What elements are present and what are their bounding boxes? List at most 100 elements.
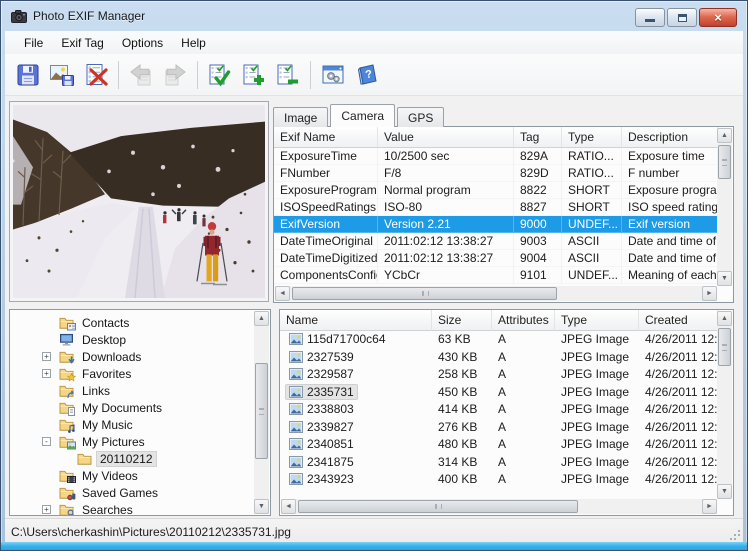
maximize-icon bbox=[678, 14, 687, 22]
scroll-up-icon[interactable]: ▲ bbox=[254, 311, 269, 326]
tree-item-my-pictures[interactable]: -My Pictures bbox=[10, 433, 254, 450]
help-button[interactable]: ? bbox=[350, 58, 384, 92]
exif-row-datetimedigitized[interactable]: DateTimeDigitized2011:02:12 13:38:279004… bbox=[274, 250, 718, 267]
tab-image[interactable]: Image bbox=[273, 107, 328, 127]
save-button[interactable] bbox=[11, 58, 45, 92]
exif-vertical-scrollbar[interactable]: ▲ ▼ bbox=[717, 128, 732, 286]
tab-gps[interactable]: GPS bbox=[397, 107, 444, 127]
collapse-icon[interactable]: - bbox=[42, 437, 51, 446]
tree-item-desktop[interactable]: Desktop bbox=[10, 331, 254, 348]
menu-file[interactable]: File bbox=[15, 33, 52, 53]
scroll-up-icon[interactable]: ▲ bbox=[717, 128, 732, 143]
remove-tag-button[interactable] bbox=[271, 58, 305, 92]
exif-table-header: Exif NameValueTagTypeDescription bbox=[274, 127, 718, 148]
resize-grip-icon[interactable] bbox=[738, 538, 740, 540]
tree-item-favorites[interactable]: +Favorites bbox=[10, 365, 254, 382]
camera-app-icon bbox=[11, 9, 27, 23]
scroll-up-icon[interactable]: ▲ bbox=[717, 311, 732, 326]
file-row-2329587[interactable]: 2329587258 KBAJPEG Image4/26/2011 12: bbox=[280, 366, 718, 384]
file-vertical-scrollbar[interactable]: ▲ ▼ bbox=[717, 311, 732, 499]
folder-tree: ContactsDesktop+Downloads+FavoritesLinks… bbox=[10, 314, 254, 516]
exif-row-componentsconfig-[interactable]: ComponentsConfig...YCbCr9101UNDEF...Mean… bbox=[274, 267, 718, 284]
add-tag-button[interactable] bbox=[237, 58, 271, 92]
file-column-size[interactable]: Size bbox=[432, 310, 492, 331]
exif-row-datetimeoriginal[interactable]: DateTimeOriginal2011:02:12 13:38:279003A… bbox=[274, 233, 718, 250]
games-folder-icon bbox=[59, 486, 74, 499]
file-row-2335731[interactable]: 2335731450 KBAJPEG Image4/26/2011 12: bbox=[280, 384, 718, 402]
file-row-2338803[interactable]: 2338803414 KBAJPEG Image4/26/2011 12: bbox=[280, 401, 718, 419]
scroll-down-icon[interactable]: ▼ bbox=[717, 271, 732, 286]
tree-item-my-documents[interactable]: My Documents bbox=[10, 399, 254, 416]
client-area: FileExif TagOptionsHelp bbox=[5, 31, 743, 542]
file-row-2339827[interactable]: 2339827276 KBAJPEG Image4/26/2011 12: bbox=[280, 419, 718, 437]
app-window: Photo EXIF Manager × FileExif TagOptions… bbox=[0, 0, 748, 551]
tree-item-contacts[interactable]: Contacts bbox=[10, 314, 254, 331]
scroll-right-icon[interactable]: ► bbox=[702, 286, 717, 301]
tree-item-links[interactable]: Links bbox=[10, 382, 254, 399]
file-row-2343923[interactable]: 2343923400 KBAJPEG Image4/26/2011 12: bbox=[280, 471, 718, 489]
close-button[interactable]: × bbox=[699, 8, 737, 27]
delete-exif-button[interactable] bbox=[79, 58, 113, 92]
tree-item-my-videos[interactable]: My Videos bbox=[10, 467, 254, 484]
scroll-down-icon[interactable]: ▼ bbox=[717, 484, 732, 499]
save-image-button[interactable] bbox=[45, 58, 79, 92]
file-column-attributes[interactable]: Attributes bbox=[492, 310, 555, 331]
exif-row-exifversion[interactable]: ExifVersionVersion 2.219000UNDEF...Exif … bbox=[274, 216, 718, 233]
file-row-2341875[interactable]: 2341875314 KBAJPEG Image4/26/2011 12: bbox=[280, 454, 718, 472]
options-button[interactable] bbox=[316, 58, 350, 92]
expand-icon[interactable]: + bbox=[42, 369, 51, 378]
file-column-type[interactable]: Type bbox=[555, 310, 639, 331]
tree-item-my-music[interactable]: My Music bbox=[10, 416, 254, 433]
file-horizontal-scrollbar[interactable]: ◄ ► bbox=[281, 499, 717, 514]
tree-item-saved-games[interactable]: Saved Games bbox=[10, 484, 254, 501]
tree-vertical-scrollbar[interactable]: ▲ ▼ bbox=[254, 311, 269, 514]
exif-column-type[interactable]: Type bbox=[562, 127, 622, 148]
title-bar[interactable]: Photo EXIF Manager × bbox=[1, 1, 747, 31]
scroll-left-icon[interactable]: ◄ bbox=[275, 286, 290, 301]
scroll-down-icon[interactable]: ▼ bbox=[254, 499, 269, 514]
exif-table-body: ExposureTime10/2500 sec829ARATIO...Expos… bbox=[274, 148, 718, 284]
tree-vscroll-thumb[interactable] bbox=[255, 363, 268, 459]
forward-button[interactable] bbox=[158, 58, 192, 92]
exif-column-description[interactable]: Description bbox=[622, 127, 718, 148]
file-hscroll-thumb[interactable] bbox=[298, 500, 578, 513]
jpeg-file-icon bbox=[289, 456, 303, 468]
tab-camera[interactable]: Camera bbox=[330, 104, 395, 127]
exif-column-exif-name[interactable]: Exif Name bbox=[274, 127, 378, 148]
pictures-folder-icon bbox=[59, 435, 74, 448]
expand-icon[interactable]: + bbox=[42, 352, 51, 361]
toolbar: ? bbox=[5, 54, 743, 96]
exif-horizontal-scrollbar[interactable]: ◄ ► bbox=[275, 286, 717, 301]
expand-icon[interactable]: + bbox=[42, 505, 51, 514]
minimize-button[interactable] bbox=[635, 8, 665, 27]
file-row-115d71700c64[interactable]: 115d71700c6463 KBAJPEG Image4/26/2011 12… bbox=[280, 331, 718, 349]
window-frame-bottom bbox=[1, 542, 747, 550]
back-button[interactable] bbox=[124, 58, 158, 92]
scroll-left-icon[interactable]: ◄ bbox=[281, 499, 296, 514]
status-path: C:\Users\cherkashin\Pictures\20110212\23… bbox=[5, 525, 291, 539]
exif-hscroll-thumb[interactable] bbox=[292, 287, 557, 300]
jpeg-file-icon bbox=[289, 438, 303, 450]
maximize-button[interactable] bbox=[667, 8, 697, 27]
menu-exif-tag[interactable]: Exif Tag bbox=[52, 33, 112, 53]
menu-help[interactable]: Help bbox=[172, 33, 215, 53]
exif-column-tag[interactable]: Tag bbox=[514, 127, 562, 148]
exif-row-exposuretime[interactable]: ExposureTime10/2500 sec829ARATIO...Expos… bbox=[274, 148, 718, 165]
exif-row-exposureprogram[interactable]: ExposureProgramNormal program8822SHORTEx… bbox=[274, 182, 718, 199]
file-vscroll-thumb[interactable] bbox=[718, 328, 731, 366]
tree-item-searches[interactable]: +Searches bbox=[10, 501, 254, 516]
file-row-2340851[interactable]: 2340851480 KBAJPEG Image4/26/2011 12: bbox=[280, 436, 718, 454]
tree-item-downloads[interactable]: +Downloads bbox=[10, 348, 254, 365]
file-column-created[interactable]: Created bbox=[639, 310, 718, 331]
scroll-right-icon[interactable]: ► bbox=[702, 499, 717, 514]
menu-options[interactable]: Options bbox=[113, 33, 172, 53]
exif-column-value[interactable]: Value bbox=[378, 127, 514, 148]
file-column-name[interactable]: Name bbox=[280, 310, 432, 331]
exif-row-fnumber[interactable]: FNumberF/8829DRATIO...F number bbox=[274, 165, 718, 182]
file-row-2327539[interactable]: 2327539430 KBAJPEG Image4/26/2011 12: bbox=[280, 349, 718, 367]
window-gears-icon bbox=[320, 63, 346, 87]
apply-tags-button[interactable] bbox=[203, 58, 237, 92]
exif-vscroll-thumb[interactable] bbox=[718, 145, 731, 179]
tree-item-20110212[interactable]: 20110212 bbox=[10, 450, 254, 467]
exif-row-isospeedratings[interactable]: ISOSpeedRatingsISO-808827SHORTISO speed … bbox=[274, 199, 718, 216]
